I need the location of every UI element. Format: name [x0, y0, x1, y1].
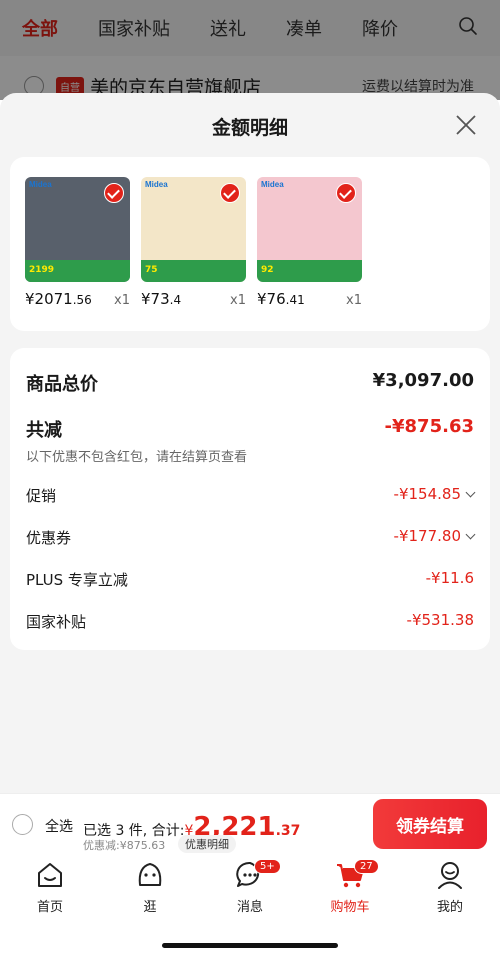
home-indicator[interactable]	[162, 943, 338, 948]
plus-value: -¥11.6	[425, 569, 474, 587]
select-all-radio[interactable]	[12, 814, 33, 835]
profile-icon	[438, 862, 462, 889]
saved-amount: 优惠减:¥875.63	[83, 839, 166, 852]
tab-home[interactable]: 首页	[20, 859, 80, 915]
select-all-label[interactable]: 全选	[45, 816, 73, 836]
dim-overlay[interactable]	[0, 0, 500, 100]
subsidy-label: 国家补贴	[26, 613, 87, 631]
coupon-value: -¥177.80	[394, 527, 476, 545]
coupon-label: 优惠券	[26, 529, 72, 547]
reduce-label: 共减	[26, 420, 62, 441]
product-card[interactable]: Midea 2199 ¥2071.56 x1	[25, 177, 130, 308]
close-icon[interactable]	[454, 113, 478, 137]
product-price: ¥2071.56	[25, 290, 92, 308]
checkout-button[interactable]: 领券结算	[373, 799, 487, 849]
tab-profile[interactable]: 我的	[420, 859, 480, 915]
product-card[interactable]: Midea 75 ¥73.4 x1	[141, 177, 246, 308]
selected-check-icon[interactable]	[336, 183, 356, 203]
discount-detail-button[interactable]: 优惠明细	[178, 835, 236, 853]
product-image: Midea 92	[257, 177, 362, 282]
total-label: 商品总价	[26, 374, 98, 395]
product-tag: 2199	[25, 260, 130, 282]
product-tag: 92	[257, 260, 362, 282]
brand-logo: Midea	[29, 180, 52, 189]
tab-messages[interactable]: 5+ 消息	[220, 859, 281, 915]
home-icon	[38, 863, 62, 887]
product-image: Midea 2199	[25, 177, 130, 282]
selected-check-icon[interactable]	[220, 183, 240, 203]
promo-value: -¥154.85	[394, 485, 476, 503]
product-price: ¥73.4	[141, 290, 182, 308]
brand-logo: Midea	[145, 180, 168, 189]
message-badge: 5+	[254, 859, 281, 874]
amount-breakdown: 商品总价 ¥3,097.00 共减 -¥875.63 以下优惠不包含红包，请在结…	[10, 348, 490, 650]
total-value: ¥3,097.00	[372, 370, 474, 391]
reduce-value: -¥875.63	[384, 416, 474, 437]
product-qty: x1	[346, 293, 362, 308]
product-list: Midea 2199 ¥2071.56 x1 Midea 75 ¥73.4 x1…	[10, 157, 490, 331]
chevron-down-icon	[465, 487, 476, 498]
plus-label: PLUS 专享立减	[26, 571, 128, 589]
sheet-title: 金额明细	[211, 117, 288, 139]
product-tag: 75	[141, 260, 246, 282]
checkout-bar: 全选 已选 3 件, 合计:¥2,221.37 优惠减:¥875.63 优惠明细…	[0, 793, 500, 855]
product-qty: x1	[230, 293, 246, 308]
tab-cart[interactable]: 27 购物车	[320, 859, 380, 915]
selected-check-icon[interactable]	[104, 183, 124, 203]
discover-icon	[138, 863, 162, 886]
brand-logo: Midea	[261, 180, 284, 189]
product-card[interactable]: Midea 92 ¥76.41 x1	[257, 177, 362, 308]
product-price: ¥76.41	[257, 290, 305, 308]
product-image: Midea 75	[141, 177, 246, 282]
subsidy-value: -¥531.38	[406, 611, 474, 629]
chevron-down-icon	[465, 529, 476, 540]
tab-discover[interactable]: 逛	[120, 859, 180, 915]
cart-badge: 27	[354, 859, 379, 874]
promo-label: 促销	[26, 487, 57, 505]
amount-detail-sheet: 金额明细 Midea 2199 ¥2071.56 x1 Midea 75 ¥73…	[0, 93, 500, 793]
product-qty: x1	[114, 293, 130, 308]
discount-note: 以下优惠不包含红包，请在结算页查看	[26, 450, 248, 465]
